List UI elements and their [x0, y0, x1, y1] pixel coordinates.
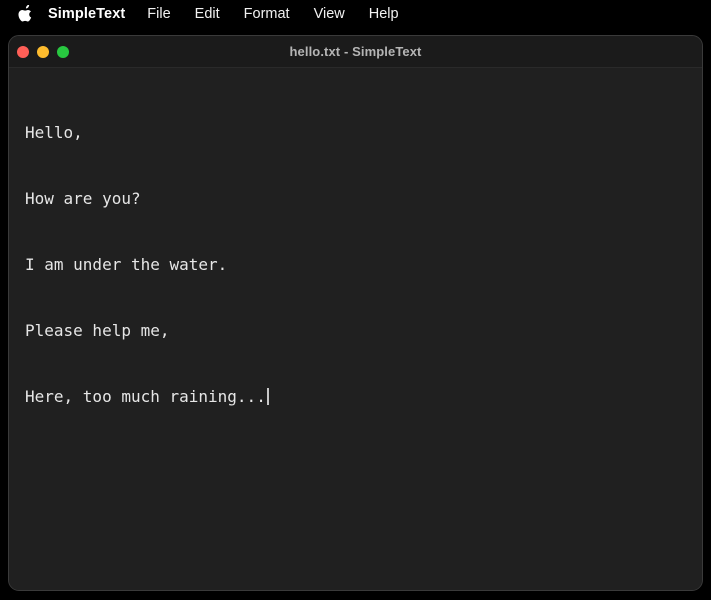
menu-item-view[interactable]: View: [314, 6, 345, 22]
text-line-text: Here, too much raining...: [25, 387, 266, 406]
window-title-bar[interactable]: hello.txt - SimpleText: [9, 36, 702, 68]
text-line-with-caret: Here, too much raining...: [25, 386, 702, 408]
close-button[interactable]: [17, 45, 29, 58]
text-line: Please help me,: [25, 321, 170, 340]
menu-item-file[interactable]: File: [147, 6, 170, 22]
text-editor-area[interactable]: Hello, How are you? I am under the water…: [9, 68, 702, 590]
minimize-button[interactable]: [37, 45, 49, 58]
menu-item-help[interactable]: Help: [369, 6, 399, 22]
window-controls: [17, 36, 69, 67]
text-line: Hello,: [25, 123, 83, 142]
text-line: I am under the water.: [25, 255, 228, 274]
menu-app-name[interactable]: SimpleText: [48, 6, 125, 22]
menu-item-edit[interactable]: Edit: [195, 6, 220, 22]
desktop-screen: SimpleText File Edit Format View Help he…: [0, 0, 711, 600]
window-title: hello.txt - SimpleText: [289, 44, 422, 59]
maximize-button[interactable]: [57, 45, 69, 58]
simpletext-window: hello.txt - SimpleText Hello, How are yo…: [8, 35, 703, 591]
text-editor-content[interactable]: Hello, How are you? I am under the water…: [25, 78, 702, 452]
text-line: How are you?: [25, 189, 141, 208]
text-caret: [266, 388, 269, 405]
menu-item-format[interactable]: Format: [244, 6, 290, 22]
menu-bar: SimpleText File Edit Format View Help: [0, 0, 711, 27]
apple-logo-icon[interactable]: [16, 4, 34, 24]
